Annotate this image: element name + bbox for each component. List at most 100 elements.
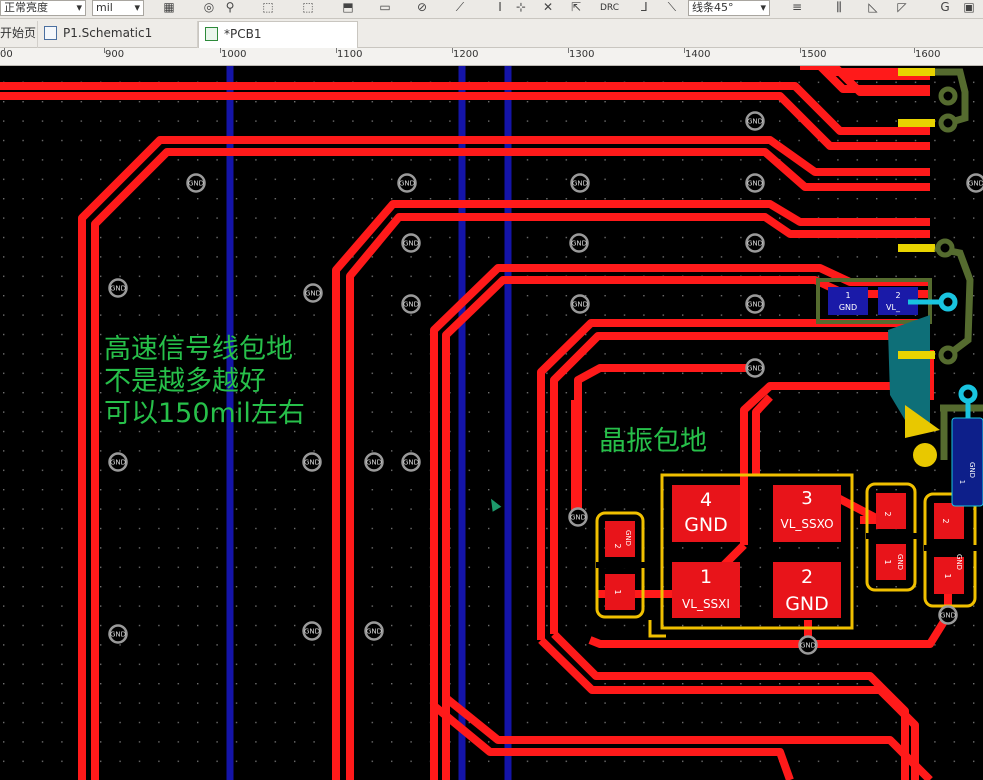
pad-number: 2	[801, 566, 813, 588]
pcb-canvas[interactable]: 4 GND 3 VL_SSXO 1 VL_SSXI 2 GND 2 GND 1 …	[0, 62, 983, 780]
triangle-icon[interactable]: ◺	[866, 1, 880, 14]
drc-button[interactable]: DRC	[600, 1, 619, 17]
pin-icon[interactable]: ⚲	[223, 1, 237, 14]
rect-tool-icon[interactable]: ▭	[378, 1, 392, 14]
ruler-tick	[220, 48, 221, 53]
schematic-doc-icon	[44, 26, 57, 40]
via-label: GND	[747, 118, 763, 126]
pad-net: GND	[785, 593, 829, 615]
via[interactable]	[938, 113, 958, 133]
forbid-icon[interactable]: ⊘	[415, 1, 429, 14]
note-line: 高速信号线包地	[104, 334, 293, 365]
via-label: GND	[800, 642, 816, 650]
note-line: 不是越多越好	[104, 366, 266, 397]
via[interactable]	[938, 86, 958, 106]
triangle-icon[interactable]: ◸	[895, 1, 909, 14]
tab-label: *PCB1	[224, 27, 262, 41]
ruler-label: 1300	[569, 49, 595, 60]
move-icon[interactable]: ⬒	[341, 1, 355, 14]
pad-net: GND	[955, 554, 963, 570]
via[interactable]	[938, 345, 958, 365]
ruler-tick	[4, 48, 5, 53]
tab-start-page[interactable]: 开始页	[0, 21, 38, 48]
via-label: GND	[304, 459, 320, 467]
via-label: GND	[747, 365, 763, 373]
via[interactable]	[958, 384, 978, 404]
ruler-tick	[104, 48, 105, 53]
layer-icon[interactable]: ≡	[790, 1, 804, 14]
line-tool-icon[interactable]: ⟋	[453, 1, 467, 14]
ruler-tick	[452, 48, 453, 53]
via-label: GND	[572, 180, 588, 188]
pad-number: 2	[883, 511, 892, 516]
via-label: GND	[403, 459, 419, 467]
pad-net: GND	[968, 462, 976, 478]
ruler-label: 1000	[221, 49, 247, 60]
brightness-select-value: 正常亮度	[4, 1, 48, 14]
select-lasso-icon[interactable]: ⬚	[301, 1, 315, 14]
ruler-tick	[568, 48, 569, 53]
pcb-doc-icon	[205, 27, 218, 41]
pad-net: GND	[896, 554, 904, 570]
board-icon[interactable]: ▣	[962, 1, 976, 14]
via-label: GND	[570, 514, 586, 522]
via-label: GND	[747, 180, 763, 188]
via-label: GND	[940, 612, 956, 620]
text-tool-icon[interactable]: Ⅰ	[493, 1, 507, 14]
pad-number: 1	[613, 589, 622, 594]
via[interactable]	[935, 238, 955, 258]
via-label: GND	[110, 631, 126, 639]
via-label: GND	[110, 459, 126, 467]
ruler-tick	[684, 48, 685, 53]
tab-pcb[interactable]: *PCB1	[198, 21, 358, 48]
drc-label: DRC	[600, 3, 620, 13]
tab-label: 开始页	[0, 26, 37, 40]
via-label: GND	[188, 180, 204, 188]
pad-net: VL_SSXI	[682, 597, 730, 611]
ruler-tick	[800, 48, 801, 53]
select-rect-icon[interactable]: ⬚	[261, 1, 275, 14]
chevron-down-icon: ▾	[76, 1, 82, 14]
pad-number: 1	[700, 566, 712, 588]
document-tabs: 开始页 P1.Schematic1 *PCB1	[0, 19, 983, 48]
tab-schematic[interactable]: P1.Schematic1	[38, 21, 198, 48]
chevron-down-icon: ▾	[760, 1, 766, 14]
pad-net: VL_SSXO	[780, 517, 833, 531]
grid-icon[interactable]: ▦	[162, 1, 176, 14]
pad-net: GND	[684, 514, 728, 536]
horizontal-ruler[interactable]: 00 900 1000 1100 1200 1300 1400 1500 160…	[0, 48, 983, 66]
pad-number: 2	[895, 291, 900, 300]
target-icon[interactable]: ◎	[202, 1, 216, 14]
ruler-tick	[914, 48, 915, 53]
via-label: GND	[747, 240, 763, 248]
pad-net: GND	[624, 530, 632, 546]
unit-select[interactable]: mil ▾	[92, 0, 144, 16]
measure-icon[interactable]: ⊹	[514, 1, 528, 14]
export-icon[interactable]: ⇱	[569, 1, 583, 14]
crystal-note: 晶振包地	[599, 426, 707, 457]
via[interactable]	[938, 292, 958, 312]
diagonal-icon[interactable]: ⟍	[665, 1, 679, 14]
chevron-down-icon: ▾	[134, 1, 140, 14]
routing-note: 高速信号线包地 不是越多越好 可以150mil左右	[104, 334, 305, 430]
brightness-select[interactable]: 正常亮度 ▾	[0, 0, 86, 16]
align-icon[interactable]: ⫼	[832, 1, 846, 14]
cross-icon[interactable]: ✕	[541, 1, 555, 14]
ruler-label: 1500	[801, 49, 827, 60]
via-label: GND	[399, 180, 415, 188]
pad-number: 2	[941, 518, 950, 523]
ruler-label: 1600	[915, 49, 941, 60]
ruler-label: 1200	[453, 49, 479, 60]
gerber-icon[interactable]: G	[938, 1, 952, 14]
via-label: GND	[571, 240, 587, 248]
edge-component[interactable]	[951, 417, 983, 507]
route-icon[interactable]: ᒧ	[637, 1, 651, 14]
via-label: GND	[110, 285, 126, 293]
via-label: GND	[747, 301, 763, 309]
pad-number: 1	[845, 291, 850, 300]
via-label: GND	[968, 180, 983, 188]
pin-dot	[913, 443, 937, 467]
via-label: GND	[366, 459, 382, 467]
pad-number: 2	[613, 543, 622, 548]
line-style-select[interactable]: 线条45° ▾	[688, 0, 770, 16]
